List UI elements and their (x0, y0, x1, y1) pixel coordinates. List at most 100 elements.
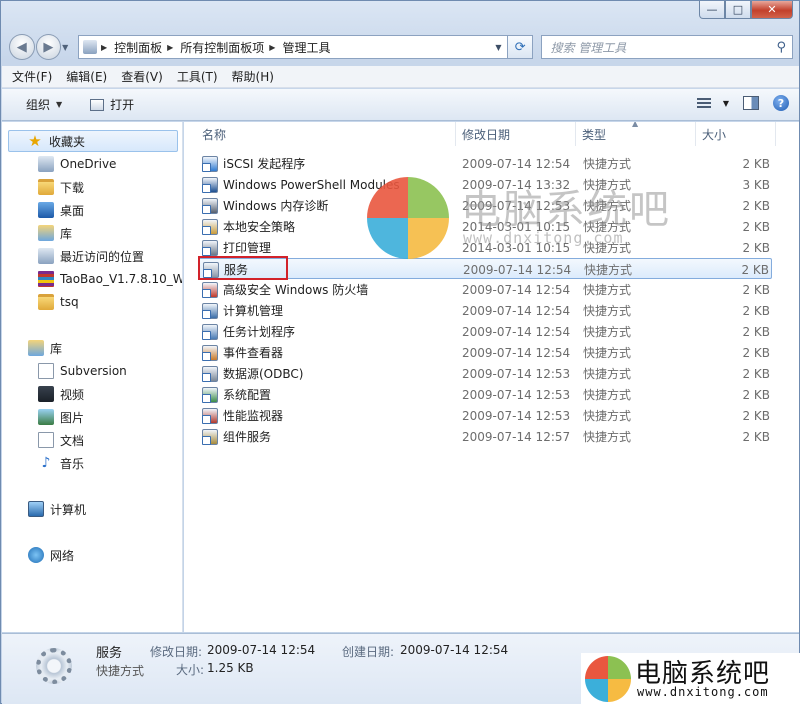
shortcut-icon (202, 239, 218, 256)
file-row[interactable]: 性能监视器 2009-07-14 12:53 快捷方式 2 KB (198, 405, 772, 426)
breadcrumb-separator[interactable]: ▶ (167, 43, 173, 52)
file-name: 事件查看器 (223, 346, 284, 360)
column-name[interactable]: 名称 (196, 122, 456, 146)
nav-item-pictures[interactable]: 图片 (2, 406, 84, 428)
nav-item-downloads[interactable]: 下载 (2, 176, 84, 198)
file-row[interactable]: 事件查看器 2009-07-14 12:54 快捷方式 2 KB (198, 342, 772, 363)
breadcrumb-all-items[interactable]: 所有控制面板项 (180, 39, 264, 56)
toolbar-right: ▼ ? (683, 95, 789, 111)
search-icon[interactable]: ⚲ (776, 40, 786, 55)
nav-label: 收藏夹 (49, 134, 86, 149)
breadcrumb-separator[interactable]: ▶ (101, 43, 107, 52)
address-history-dropdown[interactable]: ▼ (488, 36, 507, 58)
search-input[interactable]: 搜索 管理工具 ⚲ (541, 35, 793, 59)
menu-bar: 文件(F) 编辑(E) 查看(V) 工具(T) 帮助(H) (2, 66, 799, 88)
menu-tools[interactable]: 工具(T) (177, 68, 218, 85)
address-bar[interactable]: ▶ 控制面板 ▶ 所有控制面板项 ▶ 管理工具 ▼ (77, 35, 508, 59)
open-button[interactable]: 打开 (90, 96, 134, 113)
details-name: 服务 (96, 646, 123, 661)
menu-help[interactable]: 帮助(H) (232, 68, 274, 85)
menu-view[interactable]: 查看(V) (121, 68, 163, 85)
view-options-button[interactable]: ▼ (696, 97, 729, 109)
nav-item-documents[interactable]: 文档 (2, 429, 84, 451)
nav-network[interactable]: 网络 (2, 544, 74, 566)
document-icon (38, 432, 54, 448)
file-name-cell: Windows 内存诊断 (202, 195, 328, 216)
recent-places-icon (38, 248, 54, 264)
nav-libraries[interactable]: 库 (2, 337, 62, 359)
file-type: 快捷方式 (583, 346, 632, 360)
nav-item-subversion[interactable]: Subversion (2, 360, 127, 382)
nav-item-desktop[interactable]: 桌面 (2, 199, 84, 221)
menu-edit[interactable]: 编辑(E) (66, 68, 107, 85)
maximize-button[interactable]: □ (725, 1, 751, 19)
file-row[interactable]: 组件服务 2009-07-14 12:57 快捷方式 2 KB (198, 426, 772, 447)
archive-icon (38, 271, 54, 287)
chevron-down-icon: ▼ (722, 98, 729, 108)
file-row[interactable]: 计算机管理 2009-07-14 12:54 快捷方式 2 KB (198, 300, 772, 321)
caption-buttons: — □ ✕ (699, 1, 793, 19)
file-row[interactable]: 高级安全 Windows 防火墙 2009-07-14 12:54 快捷方式 2 KB (198, 279, 772, 300)
file-date: 2009-07-14 12:54 (463, 262, 572, 277)
refresh-button[interactable]: ⟳ (507, 35, 534, 59)
shortcut-icon (202, 218, 218, 235)
nav-label: 图片 (60, 410, 85, 425)
recent-pages-dropdown[interactable]: ▼ (62, 43, 72, 52)
breadcrumb-admin-tools[interactable]: 管理工具 (282, 39, 330, 56)
file-size: 2 KB (741, 262, 769, 277)
file-type: 快捷方式 (583, 367, 632, 381)
preview-pane-icon (743, 96, 759, 110)
explorer-window: — □ ✕ ◀ ▶ ▼ ▶ 控制面板 ▶ 所有控制面板项 ▶ 管理工具 ▼ ⟳ … (0, 0, 800, 704)
file-size: 2 KB (742, 282, 770, 297)
file-row[interactable]: iSCSI 发起程序 2009-07-14 12:54 快捷方式 2 KB (198, 153, 772, 174)
shortcut-icon (202, 407, 218, 424)
nav-item-library[interactable]: 库 (2, 222, 72, 244)
nav-item-tsq[interactable]: tsq (2, 291, 79, 313)
watermark-logo-icon (367, 177, 449, 259)
nav-item-videos[interactable]: 视频 (2, 383, 84, 405)
preview-pane-button[interactable] (743, 96, 759, 110)
forward-button[interactable]: ▶ (35, 34, 62, 60)
nav-favorites[interactable]: ★ 收藏夹 (8, 130, 178, 152)
nav-item-recent-places[interactable]: 最近访问的位置 (2, 245, 144, 267)
video-icon (38, 386, 54, 402)
picture-icon (38, 409, 54, 425)
shortcut-icon (202, 365, 218, 382)
file-row[interactable]: 系统配置 2009-07-14 12:53 快捷方式 2 KB (198, 384, 772, 405)
details-size-label: 大小: (176, 663, 205, 677)
nav-computer[interactable]: 计算机 (2, 498, 86, 520)
help-button[interactable]: ? (773, 95, 789, 111)
file-type: 快捷方式 (584, 263, 633, 277)
desktop-icon (38, 202, 54, 218)
address-row: ◀ ▶ ▼ ▶ 控制面板 ▶ 所有控制面板项 ▶ 管理工具 ▼ ⟳ 搜索 管理工… (9, 33, 793, 61)
file-row[interactable]: 任务计划程序 2009-07-14 12:54 快捷方式 2 KB (198, 321, 772, 342)
shortcut-icon (202, 302, 218, 319)
shortcut-icon (202, 323, 218, 340)
nav-item-onedrive[interactable]: OneDrive (2, 153, 116, 175)
file-name: Windows 内存诊断 (223, 199, 329, 213)
refresh-icon: ⟳ (514, 39, 526, 55)
column-date[interactable]: 修改日期 (456, 122, 576, 146)
file-row[interactable]: 数据源(ODBC) 2009-07-14 12:53 快捷方式 2 KB (198, 363, 772, 384)
file-type: 快捷方式 (583, 325, 632, 339)
nav-item-music[interactable]: ♪ 音乐 (2, 452, 84, 474)
breadcrumb-separator[interactable]: ▶ (269, 43, 275, 52)
menu-file[interactable]: 文件(F) (12, 68, 52, 85)
shortcut-icon (202, 386, 218, 403)
file-type: 快捷方式 (583, 430, 632, 444)
file-name-cell: 组件服务 (202, 426, 271, 447)
back-button[interactable]: ◀ (9, 34, 35, 60)
file-name: 计算机管理 (223, 304, 284, 318)
close-button[interactable]: ✕ (751, 1, 793, 19)
breadcrumb-control-panel[interactable]: 控制面板 (114, 39, 162, 56)
file-size: 2 KB (742, 324, 770, 339)
column-size[interactable]: 大小 (696, 122, 776, 146)
nav-item-taobao[interactable]: TaoBao_V1.7.8.10_Wi (2, 268, 182, 290)
organize-button[interactable]: 组织 ▼ (26, 96, 62, 113)
shortcut-icon (202, 428, 218, 445)
file-size: 2 KB (742, 429, 770, 444)
minimize-button[interactable]: — (699, 1, 725, 19)
watermark-logo-icon (585, 656, 631, 702)
file-name-cell: 性能监视器 (202, 405, 283, 426)
file-name-cell: 数据源(ODBC) (202, 363, 303, 384)
